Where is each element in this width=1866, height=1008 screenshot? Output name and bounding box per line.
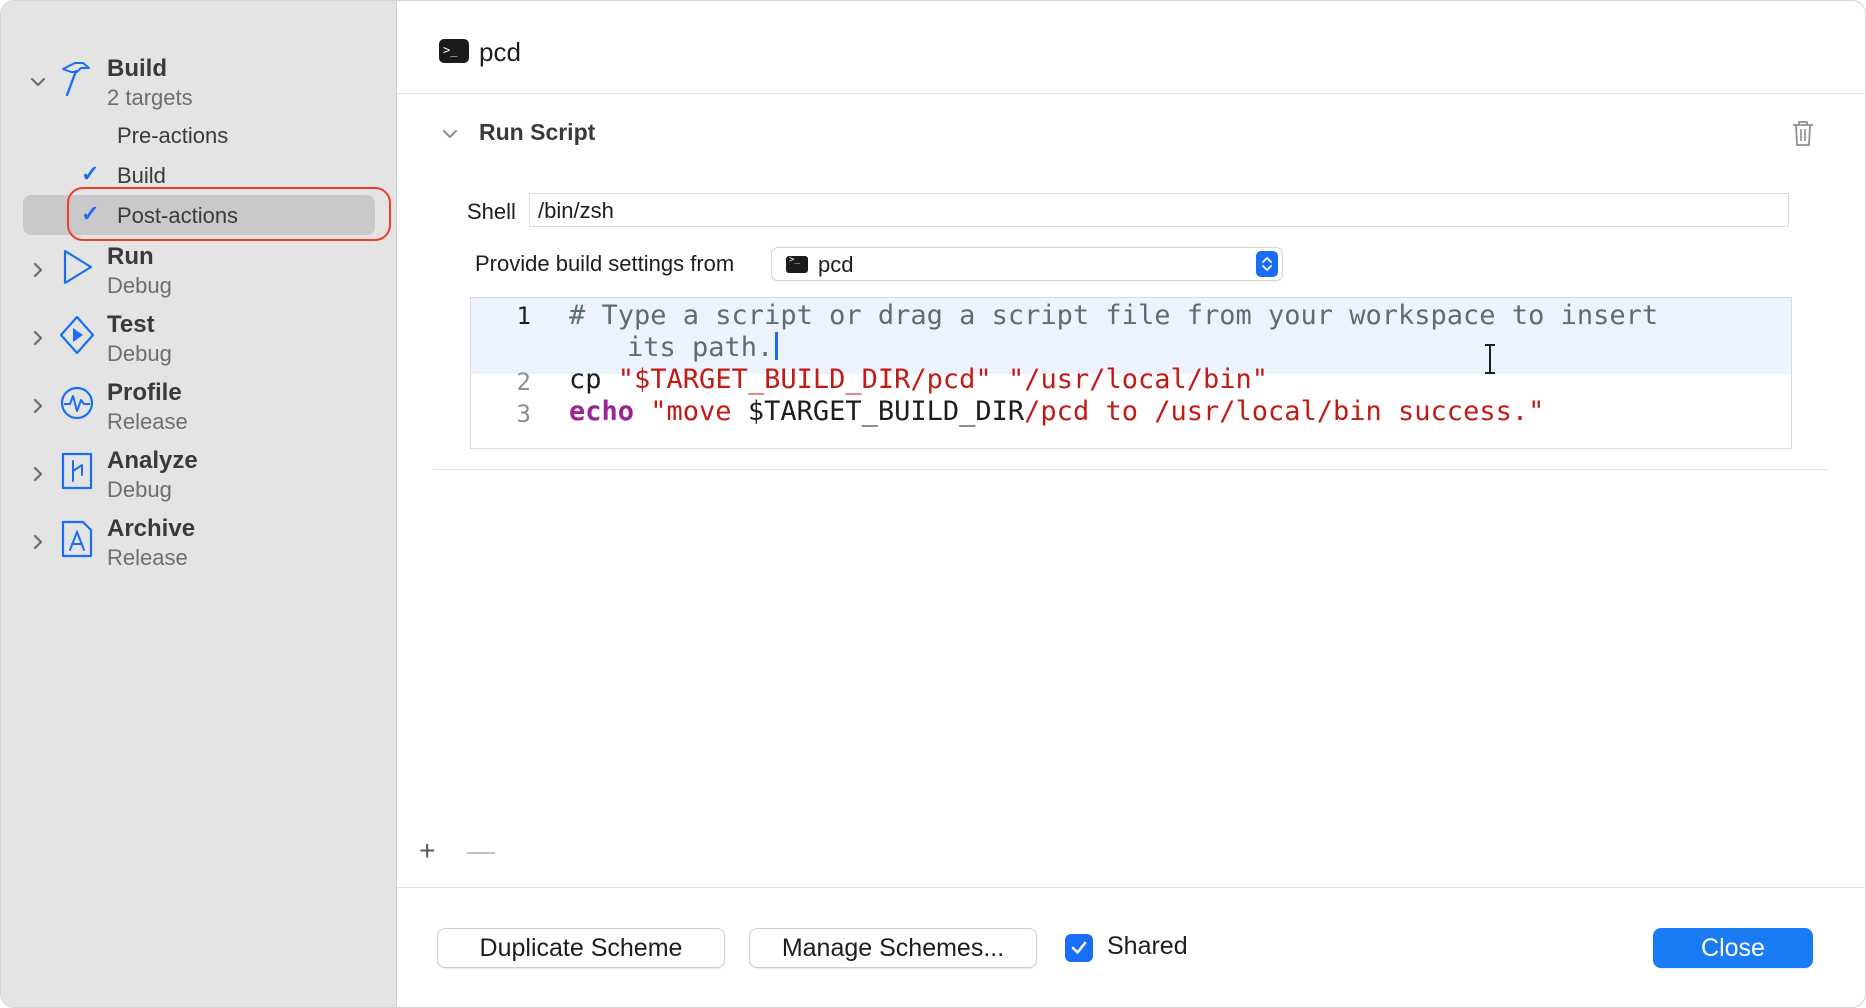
- sidebar-group-title: Build: [107, 55, 167, 82]
- code-token: /pcd": [910, 364, 1008, 395]
- checkmark-icon: ✓: [81, 161, 100, 186]
- scheme-editor-window: Build 2 targets Pre-actions ✓ Build ✓ Po…: [0, 0, 1866, 1008]
- chevron-right-icon[interactable]: [29, 329, 47, 347]
- popup-stepper-icon: [1256, 251, 1278, 277]
- code-text: its path.: [627, 332, 774, 363]
- terminal-icon: >_: [439, 39, 469, 63]
- play-icon: [63, 249, 93, 285]
- line-number: 3: [516, 400, 531, 428]
- remove-action-button[interactable]: —: [467, 837, 495, 865]
- line-number: 2: [516, 368, 531, 396]
- shared-label: Shared: [1107, 932, 1188, 960]
- run-script-title: Run Script: [479, 119, 596, 145]
- build-settings-popup[interactable]: pcd: [771, 247, 1283, 281]
- sidebar-group-build[interactable]: Build 2 targets: [1, 51, 397, 115]
- chevron-down-icon[interactable]: [441, 125, 459, 143]
- chevron-right-icon[interactable]: [29, 261, 47, 279]
- annotation-highlight-ring: [67, 187, 391, 241]
- sidebar-group-profile[interactable]: Profile Release: [1, 379, 397, 443]
- sidebar-group-title: Run: [107, 243, 154, 270]
- manage-schemes-button[interactable]: Manage Schemes...: [749, 928, 1037, 968]
- sidebar-item-build[interactable]: Build: [117, 163, 166, 189]
- close-button[interactable]: Close: [1653, 928, 1813, 968]
- chevron-right-icon[interactable]: [29, 465, 47, 483]
- sidebar-group-title: Profile: [107, 379, 182, 406]
- sidebar-group-subtitle: Debug: [107, 273, 172, 298]
- code-token: "/usr/local/bin": [1007, 364, 1269, 395]
- chevron-down-icon[interactable]: [29, 73, 47, 91]
- script-editor[interactable]: 1 2 3 # Type a script or drag a script f…: [470, 297, 1792, 449]
- code-token: $TARGET_BUILD_DIR: [747, 396, 1025, 427]
- sidebar-group-archive[interactable]: Archive Release: [1, 515, 397, 579]
- sidebar-group-subtitle: 2 targets: [107, 85, 193, 110]
- code-keyword: echo: [569, 396, 635, 427]
- sidebar-group-analyze[interactable]: Analyze Debug: [1, 447, 397, 511]
- checkmark-icon: [1071, 941, 1087, 954]
- sidebar-group-subtitle: Release: [107, 409, 188, 434]
- header: >_ pcd: [397, 1, 1865, 94]
- line-number: 1: [516, 302, 531, 330]
- main-panel: >_ pcd Run Script Shell /bin/zsh Provide…: [397, 1, 1865, 1007]
- trash-icon[interactable]: [1791, 119, 1815, 147]
- code-line-1-wrap: its path.: [627, 332, 779, 363]
- sidebar-group-subtitle: Debug: [107, 477, 172, 502]
- section-divider: [433, 469, 1829, 470]
- sidebar-group-title: Archive: [107, 515, 196, 542]
- profile-gauge-icon: [60, 386, 94, 420]
- build-settings-value: pcd: [818, 252, 854, 277]
- code-token: "$TARGET_BUILD_DIR: [617, 364, 911, 395]
- test-diamond-icon: [59, 315, 95, 355]
- duplicate-scheme-button[interactable]: Duplicate Scheme: [437, 928, 725, 968]
- shell-field[interactable]: /bin/zsh: [529, 193, 1789, 227]
- shell-label: Shell: [467, 199, 516, 224]
- sidebar: Build 2 targets Pre-actions ✓ Build ✓ Po…: [1, 1, 397, 1007]
- code-line-3: echo "move $TARGET_BUILD_DIR/pcd to /usr…: [569, 396, 1544, 427]
- build-settings-label: Provide build settings from: [475, 251, 735, 276]
- sidebar-group-title: Test: [107, 311, 155, 338]
- archive-icon: [61, 520, 93, 558]
- page-title: pcd: [479, 37, 521, 67]
- ibeam-cursor-icon: [1485, 344, 1495, 374]
- terminal-icon: [786, 255, 808, 273]
- code-line-2: cp "$TARGET_BUILD_DIR/pcd" "/usr/local/b…: [569, 364, 1268, 395]
- sidebar-group-test[interactable]: Test Debug: [1, 311, 397, 375]
- add-action-button[interactable]: +: [419, 837, 435, 865]
- hammer-icon: [62, 62, 90, 97]
- code-token: cp: [569, 364, 618, 395]
- sidebar-group-title: Analyze: [107, 447, 198, 474]
- sidebar-group-run[interactable]: Run Debug: [1, 243, 397, 307]
- sidebar-item-pre-actions[interactable]: Pre-actions: [117, 123, 228, 149]
- analyze-icon: [61, 452, 93, 490]
- code-token: /pcd to /usr/local/bin success.": [1024, 396, 1545, 427]
- sidebar-group-subtitle: Release: [107, 545, 188, 570]
- footer: Duplicate Scheme Manage Schemes... Share…: [397, 887, 1865, 1007]
- chevron-right-icon[interactable]: [29, 397, 47, 415]
- code-token: "move: [634, 396, 748, 427]
- sidebar-group-subtitle: Debug: [107, 341, 172, 366]
- chevron-right-icon[interactable]: [29, 533, 47, 551]
- text-caret: [775, 332, 779, 360]
- code-line-1: # Type a script or drag a script file fr…: [569, 300, 1659, 331]
- shared-checkbox[interactable]: [1065, 934, 1093, 962]
